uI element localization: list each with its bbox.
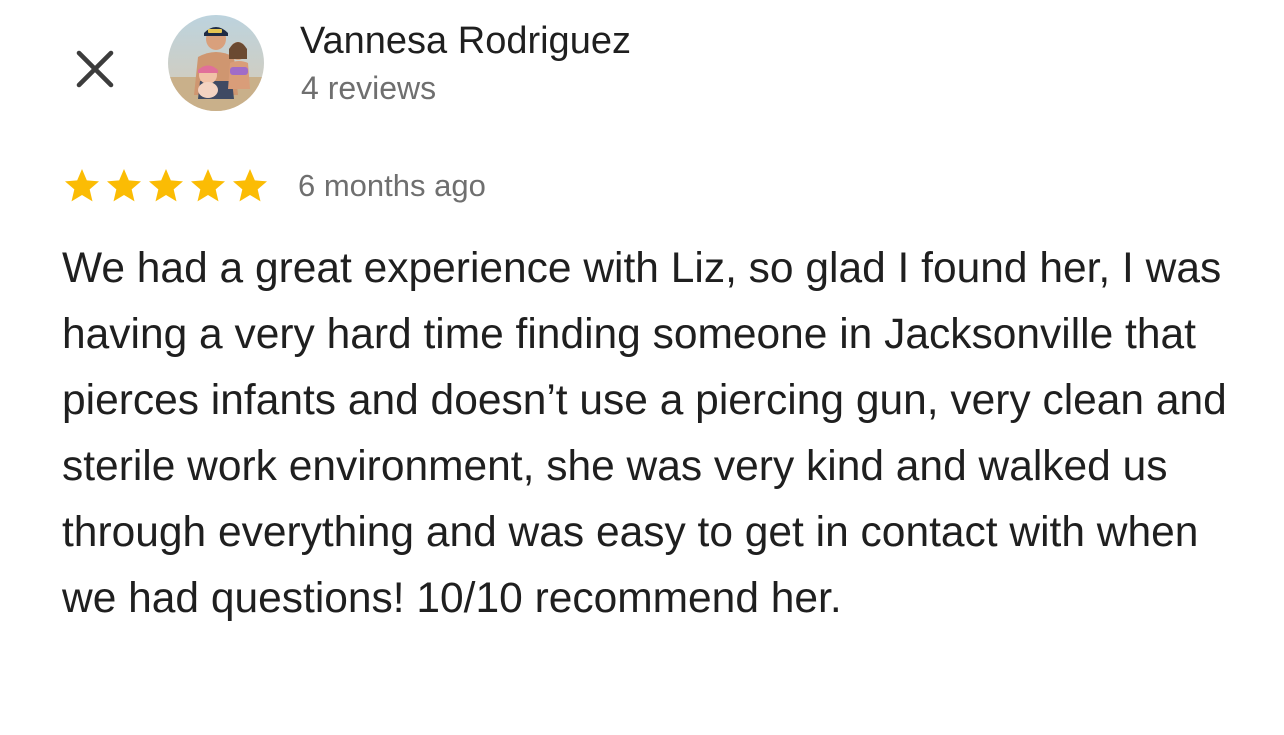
review-count: 4 reviews xyxy=(301,70,437,106)
star-icon xyxy=(191,169,225,202)
avatar-photo xyxy=(168,15,264,111)
avatar[interactable] xyxy=(168,15,264,111)
star-icon xyxy=(233,169,267,202)
rating-row: 6 months ago xyxy=(62,164,486,208)
reviewer-name[interactable]: Vannesa Rodriguez xyxy=(300,18,631,64)
star-icon xyxy=(65,169,99,202)
close-button[interactable] xyxy=(66,40,124,98)
star-icon xyxy=(149,169,183,202)
close-icon xyxy=(76,50,114,88)
review-timestamp: 6 months ago xyxy=(298,168,486,203)
review-text: We had a great experience with Liz, so g… xyxy=(62,245,1227,622)
star-rating xyxy=(62,166,270,206)
star-icon xyxy=(107,169,141,202)
